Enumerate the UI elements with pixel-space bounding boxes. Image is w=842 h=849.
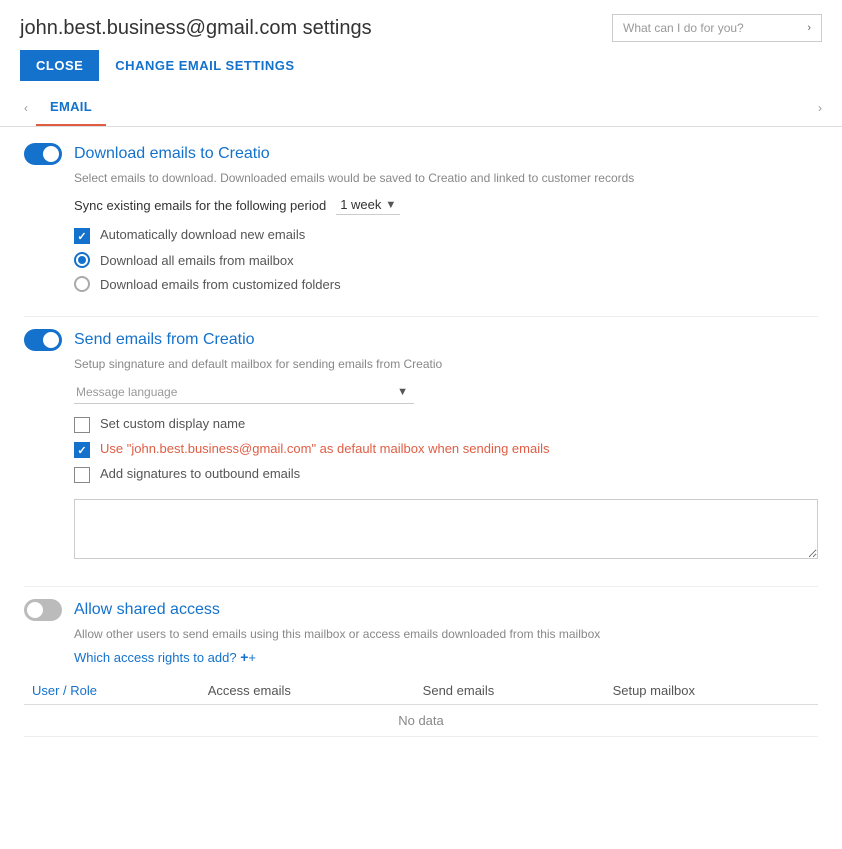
add-signatures-label: Add signatures to outbound emails [100, 466, 300, 481]
change-email-settings-button[interactable]: CHANGE EMAIL SETTINGS [115, 58, 294, 73]
message-lang-value: Message language [76, 385, 393, 399]
shared-section-header: Allow shared access [24, 599, 818, 621]
col-send-emails: Send emails [415, 677, 605, 705]
custom-display-checkbox[interactable] [74, 417, 90, 433]
auto-download-checkbox[interactable]: ✓ [74, 228, 90, 244]
radio-all-emails-row: Download all emails from mailbox [24, 252, 818, 268]
auto-download-row: ✓ Automatically download new emails [24, 227, 818, 244]
search-placeholder: What can I do for you? [623, 21, 744, 35]
sync-period-arrow-icon: ▼ [385, 199, 396, 211]
download-section-title: Download emails to Creatio [74, 145, 270, 163]
col-user-role: User / Role [24, 677, 200, 705]
shared-toggle[interactable] [24, 599, 62, 621]
default-mailbox-checkmark: ✓ [77, 444, 86, 457]
radio-all-emails[interactable] [74, 252, 90, 268]
download-section-desc: Select emails to download. Downloaded em… [24, 171, 818, 185]
radio-custom-folders-label: Download emails from customized folders [100, 277, 341, 292]
custom-display-label: Set custom display name [100, 416, 245, 431]
tab-bar: ‹ EMAIL › [0, 89, 842, 127]
download-section: Download emails to Creatio Select emails… [24, 143, 818, 292]
search-box[interactable]: What can I do for you? › [612, 14, 822, 42]
message-lang-dropdown[interactable]: Message language ▼ [74, 381, 414, 404]
col-access-emails: Access emails [200, 677, 415, 705]
sync-period-dropdown[interactable]: 1 week ▼ [336, 195, 400, 215]
send-toggle-slider [24, 329, 62, 351]
shared-section-title: Allow shared access [74, 601, 220, 619]
tab-email[interactable]: EMAIL [36, 89, 106, 126]
default-mailbox-row: ✓ Use "john.best.business@gmail.com" as … [24, 441, 818, 458]
shared-section-desc: Allow other users to send emails using t… [24, 627, 818, 641]
auto-download-label: Automatically download new emails [100, 227, 305, 242]
shared-toggle-slider [24, 599, 62, 621]
send-section-title: Send emails from Creatio [74, 331, 255, 349]
message-lang-arrow-icon: ▼ [397, 386, 408, 398]
sync-period-row: Sync existing emails for the following p… [24, 195, 818, 215]
header: john.best.business@gmail.com settings Wh… [0, 0, 842, 50]
signature-textarea[interactable] [74, 499, 818, 559]
add-access-row: Which access rights to add? ++ [24, 649, 818, 665]
download-toggle[interactable] [24, 143, 62, 165]
radio-all-emails-label: Download all emails from mailbox [100, 253, 294, 268]
no-data-cell: No data [24, 705, 818, 737]
download-section-header: Download emails to Creatio [24, 143, 818, 165]
default-mailbox-checkbox[interactable]: ✓ [74, 442, 90, 458]
send-section-header: Send emails from Creatio [24, 329, 818, 351]
close-button[interactable]: CLOSE [20, 50, 99, 81]
page-title: john.best.business@gmail.com settings [20, 17, 372, 40]
auto-download-checkmark: ✓ [77, 230, 86, 243]
add-signatures-row: Add signatures to outbound emails [24, 466, 818, 483]
tab-bar-left: ‹ EMAIL [20, 89, 106, 126]
tab-right-chevron-icon[interactable]: › [818, 101, 822, 115]
access-table-header-row: User / Role Access emails Send emails Se… [24, 677, 818, 705]
plus-icon: + [240, 649, 248, 665]
radio-custom-folders[interactable] [74, 276, 90, 292]
custom-display-row: Set custom display name [24, 416, 818, 433]
access-table-body: No data [24, 705, 818, 737]
col-setup-mailbox: Setup mailbox [605, 677, 818, 705]
divider-2 [24, 586, 818, 587]
add-access-text: Which access rights to add? [74, 650, 237, 665]
message-lang-row: Message language ▼ [24, 381, 818, 404]
send-toggle[interactable] [24, 329, 62, 351]
download-toggle-slider [24, 143, 62, 165]
access-table-head: User / Role Access emails Send emails Se… [24, 677, 818, 705]
send-section-desc: Setup singnature and default mailbox for… [24, 357, 818, 371]
divider-1 [24, 316, 818, 317]
send-section: Send emails from Creatio Setup singnatur… [24, 329, 818, 562]
radio-custom-folders-row: Download emails from customized folders [24, 276, 818, 292]
search-chevron-icon: › [807, 22, 811, 34]
sync-period-value: 1 week [340, 197, 381, 212]
shared-section: Allow shared access Allow other users to… [24, 599, 818, 737]
main-content: Download emails to Creatio Select emails… [0, 127, 842, 777]
add-access-link[interactable]: Which access rights to add? ++ [74, 650, 256, 665]
no-data-row: No data [24, 705, 818, 737]
default-mailbox-label: Use "john.best.business@gmail.com" as de… [100, 441, 549, 456]
access-table: User / Role Access emails Send emails Se… [24, 677, 818, 737]
toolbar: CLOSE CHANGE EMAIL SETTINGS [0, 50, 842, 89]
add-signatures-checkbox[interactable] [74, 467, 90, 483]
sync-period-label: Sync existing emails for the following p… [74, 198, 326, 213]
tab-left-chevron-icon[interactable]: ‹ [20, 91, 32, 125]
